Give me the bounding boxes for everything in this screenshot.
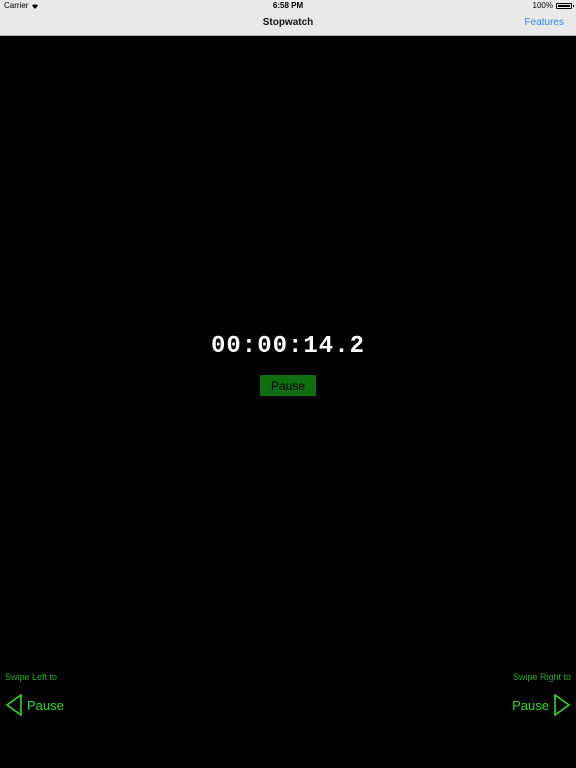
triangle-right-icon (554, 694, 571, 716)
triangle-left-icon (5, 694, 22, 716)
features-button[interactable]: Features (525, 17, 564, 28)
battery-percent: 100% (532, 1, 553, 10)
navigation-bar: Stopwatch Features (0, 12, 576, 36)
battery-indicator: 100% (532, 1, 574, 10)
swipe-right-action-label: Pause (512, 697, 549, 713)
timer-display: 00:00:14.2 (210, 333, 366, 360)
battery-icon (556, 2, 574, 9)
swipe-left-action[interactable]: Pause (5, 694, 64, 716)
swipe-right-hint: Swipe Right to (512, 672, 571, 682)
swipe-right-action[interactable]: Pause (512, 694, 571, 716)
status-bar: Carrier 6:58 PM 100% (0, 0, 576, 12)
page-title: Stopwatch (262, 17, 314, 28)
stopwatch-view[interactable]: 00:00:14.2 Pause Swipe Left to Pause Swi… (0, 36, 576, 768)
pause-button[interactable]: Pause (260, 375, 316, 396)
status-time: 6:58 PM (272, 1, 304, 10)
swipe-left-hint: Swipe Left to (5, 672, 58, 682)
swipe-left-action-label: Pause (27, 697, 64, 713)
